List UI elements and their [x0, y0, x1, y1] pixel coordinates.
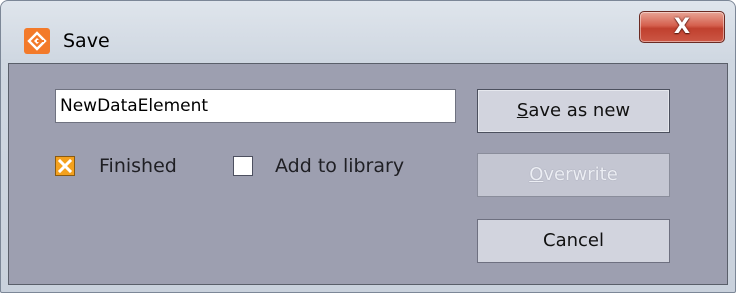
- add-to-library-label[interactable]: Add to library: [275, 155, 404, 177]
- check-mark-icon: [57, 158, 73, 174]
- dialog-body: Finished Add to library Save as new Over…: [8, 63, 728, 285]
- cancel-label: Cancel: [543, 230, 604, 251]
- finished-checkbox[interactable]: [55, 156, 75, 176]
- close-icon: X: [673, 14, 691, 38]
- app-logo-icon: [24, 28, 50, 54]
- save-as-new-button[interactable]: Save as new: [477, 89, 670, 133]
- finished-label[interactable]: Finished: [99, 155, 177, 177]
- title-bar[interactable]: Save X: [1, 1, 735, 63]
- add-to-library-checkbox[interactable]: [233, 156, 253, 176]
- close-button[interactable]: X: [639, 11, 725, 43]
- overwrite-label: verwrite: [543, 164, 618, 185]
- save-dialog: Save X Finished Add to library Save as n…: [0, 0, 736, 293]
- overwrite-mnemonic: O: [529, 164, 544, 185]
- save-as-new-label: ave as new: [528, 100, 631, 121]
- cancel-button[interactable]: Cancel: [477, 219, 670, 263]
- save-as-new-mnemonic: S: [516, 100, 529, 121]
- window-title: Save: [63, 30, 110, 52]
- overwrite-button[interactable]: Overwrite: [477, 153, 670, 197]
- name-input[interactable]: [55, 89, 456, 123]
